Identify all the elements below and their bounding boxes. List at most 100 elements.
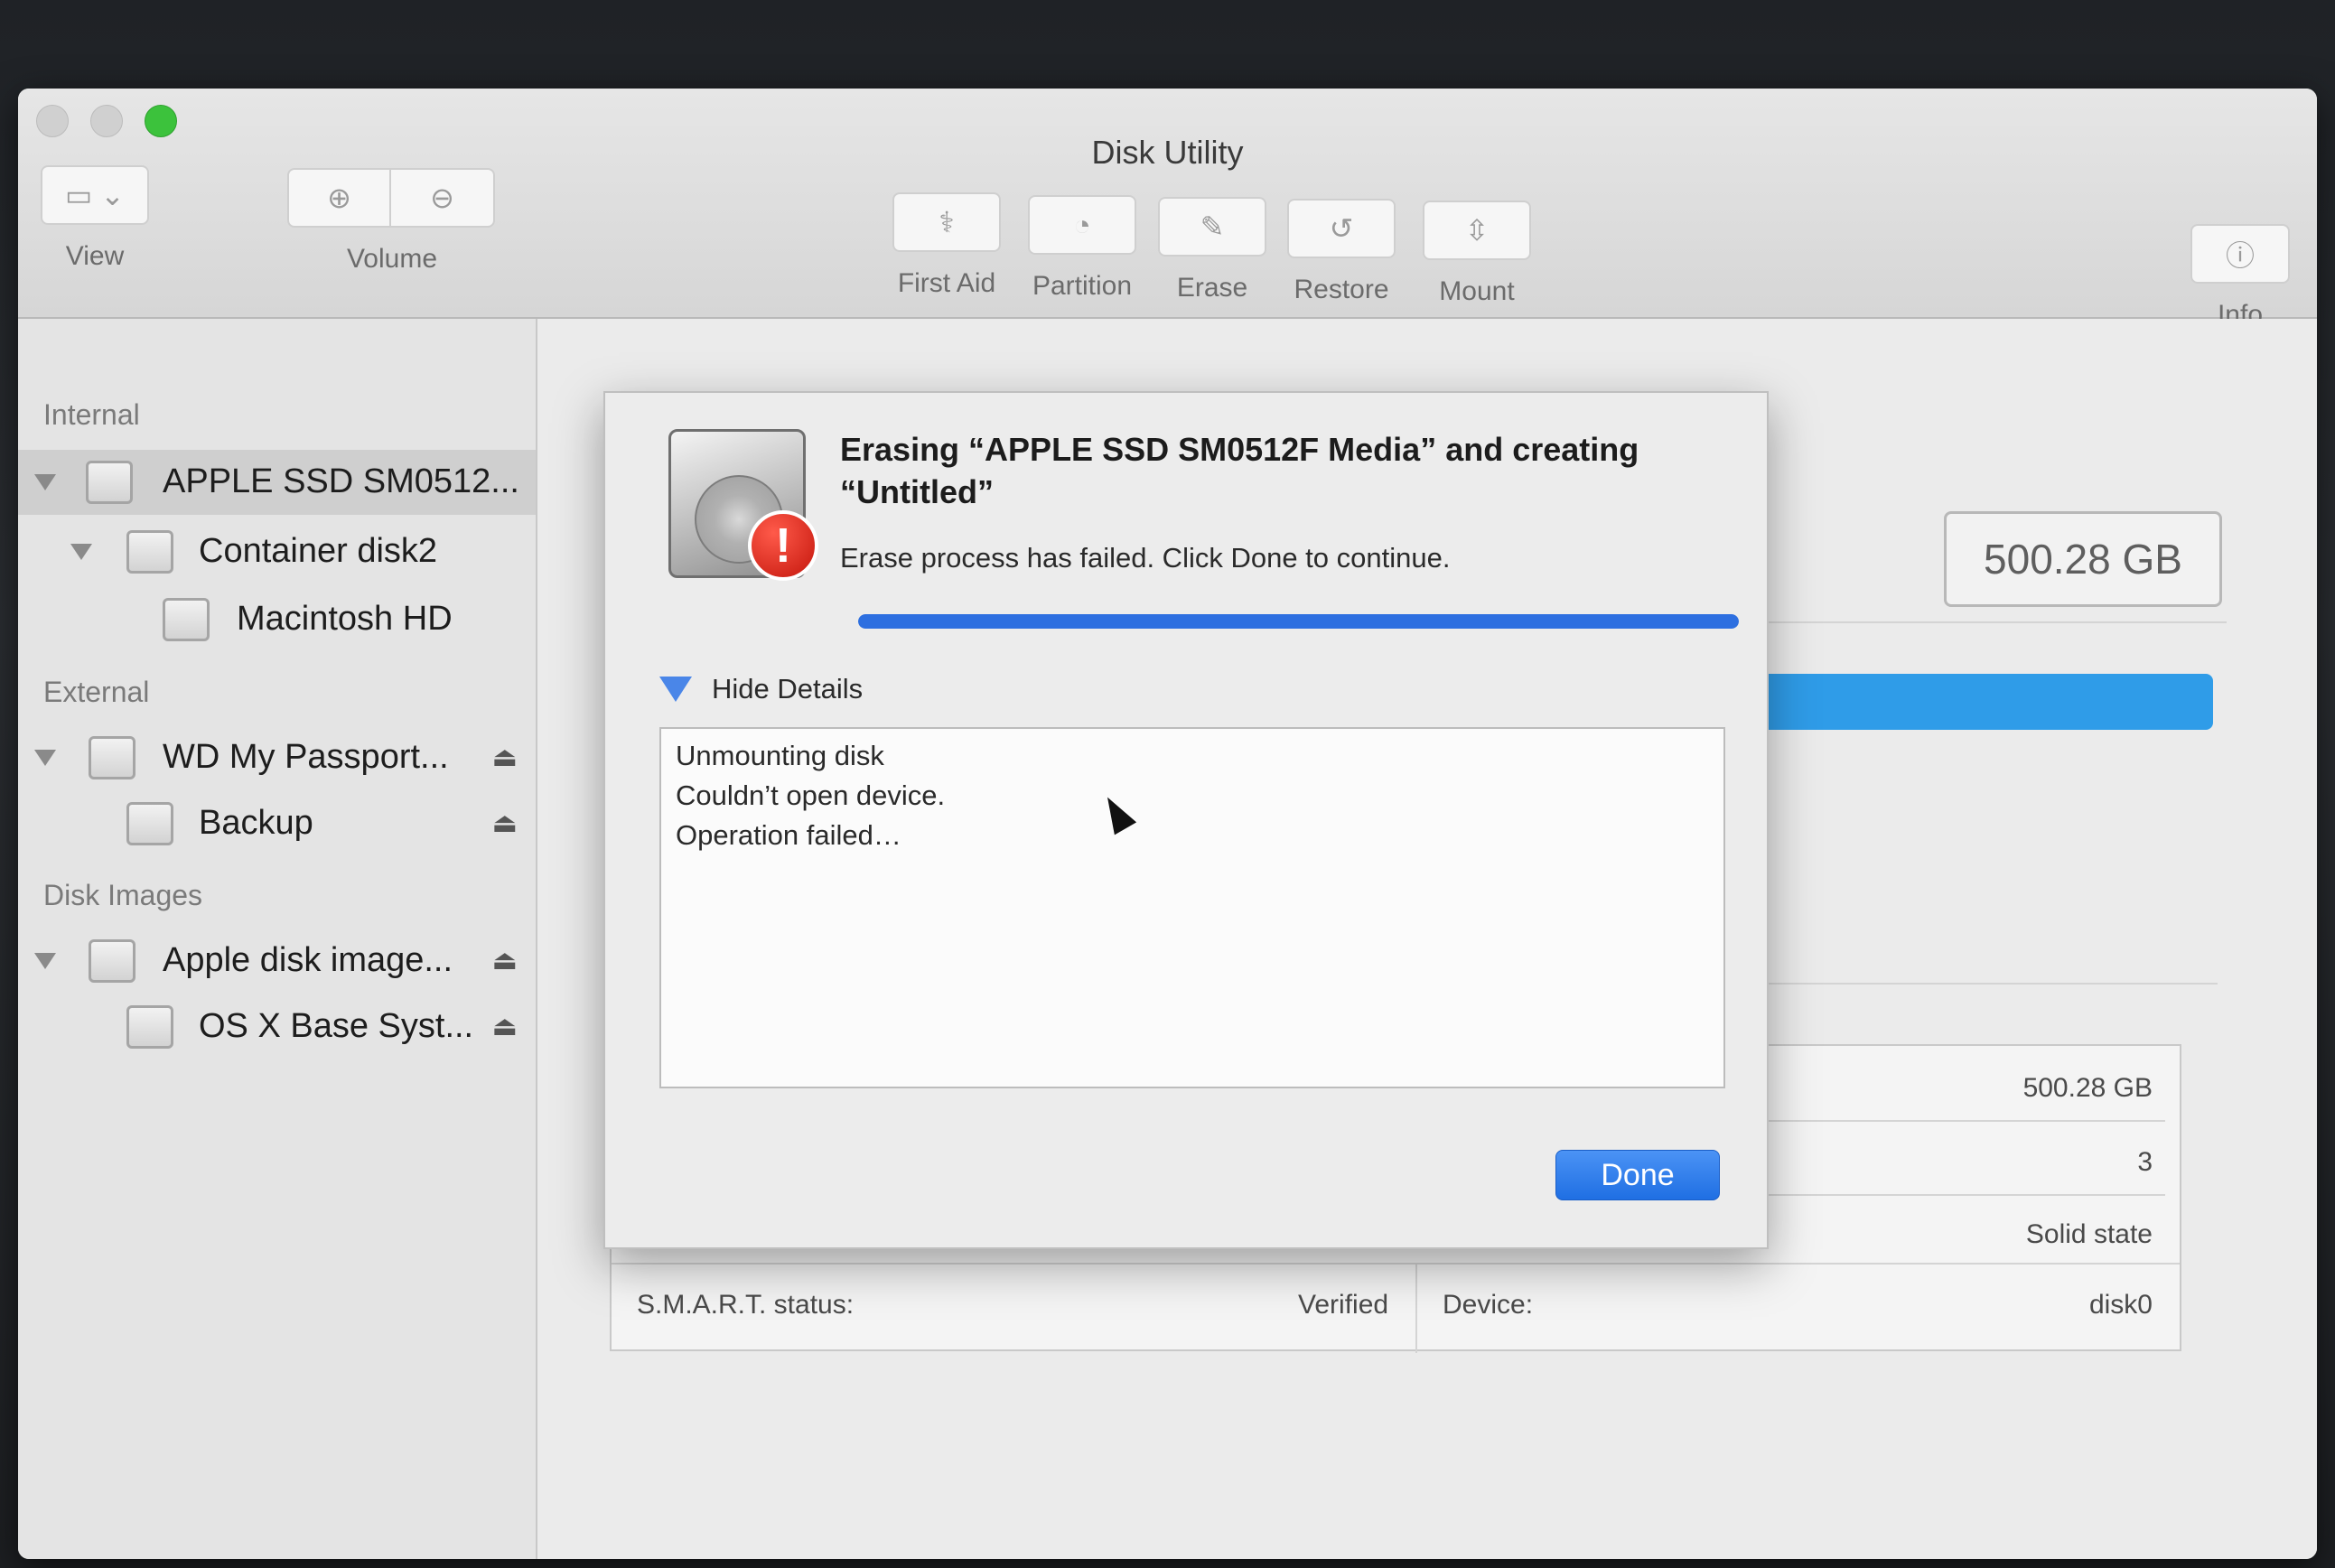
sidebar-item-label: OS X Base Syst... [199, 1007, 474, 1045]
device-label: Device: [1443, 1290, 1534, 1320]
restore-label: Restore [1294, 275, 1389, 304]
stethoscope-icon: ⚕ [939, 206, 955, 238]
remove-volume-button[interactable]: ⊖ [391, 168, 495, 228]
partition-label: Partition [1032, 271, 1133, 301]
smart-status-label: S.M.A.R.T. status: [637, 1290, 855, 1320]
info-button[interactable]: ⓘ [2190, 224, 2290, 284]
toolbar: Disk Utility ▭ ⌄ View ⊕ ⊖ Volume ⚕ First… [18, 89, 2317, 330]
divider [612, 1263, 2180, 1265]
disclosure-triangle-icon [659, 677, 692, 702]
disk-image-icon [89, 939, 135, 983]
close-button[interactable] [36, 105, 69, 137]
type-value: Solid state [2025, 1219, 2153, 1249]
hide-details-label: Hide Details [712, 673, 864, 705]
sidebar-item-wd-my-passport[interactable]: WD My Passport... ⏏ [18, 725, 536, 790]
usage-bar [1739, 674, 2213, 730]
eject-icon[interactable]: ⏏ [492, 1011, 518, 1042]
divider [1750, 1120, 2165, 1122]
pie-chart-icon: ◔ [1073, 208, 1091, 241]
sidebar-item-label: APPLE SSD SM0512... [163, 462, 519, 500]
sidebar-item-label: Backup [199, 804, 313, 842]
divider [1750, 1194, 2165, 1196]
view-group: ▭ ⌄ View [41, 165, 149, 272]
sidebar-header-disk-images: Disk Images [43, 879, 203, 911]
sidebar-item-os-x-base-system[interactable]: OS X Base Syst... ⏏ [18, 994, 536, 1059]
disclosure-triangle-icon[interactable] [34, 953, 56, 969]
column-divider [1415, 1263, 1417, 1353]
erase-group: ✎ Erase [1158, 197, 1266, 303]
device-value: disk0 [2088, 1290, 2153, 1320]
erase-icon: ✎ [1200, 210, 1225, 243]
sidebar-header-internal: Internal [43, 398, 140, 431]
dialog-message: Erase process has failed. Click Done to … [840, 542, 1451, 574]
view-button[interactable]: ▭ ⌄ [41, 165, 149, 225]
sidebar-item-macintosh-hd[interactable]: Macintosh HD [18, 587, 536, 652]
restore-button[interactable]: ↺ [1287, 199, 1396, 258]
dialog-title: Erasing “APPLE SSD SM0512F Media” and cr… [840, 431, 1639, 510]
details-log[interactable]: Unmounting disk Couldn’t open device. Op… [659, 727, 1725, 1088]
eject-icon[interactable]: ⏏ [492, 807, 518, 839]
log-line: Couldn’t open device. [676, 779, 946, 811]
container-icon [126, 530, 173, 574]
sidebar-item-label: WD My Passport... [163, 738, 449, 776]
alert-icon: ! [748, 510, 818, 581]
eject-icon[interactable]: ⏏ [492, 945, 518, 976]
partition-button[interactable]: ◔ [1028, 195, 1136, 255]
sidebar-item-label: Macintosh HD [237, 600, 453, 638]
info-icon: ⓘ [2225, 239, 2255, 272]
volume-label: Volume [346, 244, 438, 274]
divider [1712, 983, 2218, 985]
remove-volume-icon: ⊖ [430, 182, 454, 214]
sidebar-header-external: External [43, 676, 150, 708]
add-volume-button[interactable]: ⊕ [287, 168, 391, 228]
disclosure-triangle-icon[interactable] [70, 544, 92, 560]
sidebar: Internal APPLE SSD SM0512... Container d… [18, 319, 537, 1559]
erase-button[interactable]: ✎ [1158, 197, 1266, 257]
progress-fill [858, 614, 1739, 629]
restore-group: ↺ Restore [1287, 199, 1396, 305]
add-volume-icon: ⊕ [327, 182, 351, 214]
mount-icon: ⇳ [1464, 214, 1490, 247]
log-line: Unmounting disk [676, 740, 884, 771]
restore-icon: ↺ [1329, 212, 1354, 245]
capacity-value: 500.28 GB [2022, 1073, 2153, 1103]
zoom-button[interactable] [145, 105, 177, 137]
sidebar-item-backup[interactable]: Backup ⏏ [18, 791, 536, 856]
partition-group: ◔ Partition [1028, 195, 1136, 302]
erase-label: Erase [1176, 273, 1248, 303]
info-group: ⓘ Info [2190, 224, 2290, 331]
volume-icon [163, 598, 210, 641]
eject-icon[interactable]: ⏏ [492, 742, 518, 773]
internal-disk-icon [86, 461, 133, 504]
disclosure-triangle-icon[interactable] [34, 474, 56, 490]
sidebar-toggle-icon: ▭ ⌄ [65, 179, 125, 211]
done-button[interactable]: Done [1555, 1150, 1720, 1200]
divider [1721, 621, 2227, 623]
volume-icon [126, 1005, 173, 1049]
first-aid-button[interactable]: ⚕ [892, 192, 1001, 252]
volume-icon [126, 802, 173, 845]
mount-group: ⇳ Mount [1423, 201, 1531, 307]
sidebar-item-label: Apple disk image... [163, 941, 453, 979]
sidebar-item-label: Container disk2 [199, 532, 438, 570]
disclosure-triangle-icon[interactable] [34, 750, 56, 766]
disk-utility-window: Disk Utility ▭ ⌄ View ⊕ ⊖ Volume ⚕ First… [18, 89, 2317, 1559]
erase-failed-sheet: ! Erasing “APPLE SSD SM0512F Media” and … [603, 391, 1769, 1249]
capacity-display: 500.28 GB [1944, 511, 2222, 607]
sidebar-item-apple-ssd[interactable]: APPLE SSD SM0512... [18, 450, 536, 515]
smart-status-value: Verified [1298, 1290, 1389, 1320]
mount-label: Mount [1439, 276, 1515, 306]
first-aid-group: ⚕ First Aid [892, 192, 1001, 299]
log-line: Operation failed… [676, 819, 901, 851]
minimize-button[interactable] [90, 105, 123, 137]
child-count-value: 3 [2137, 1147, 2153, 1177]
sidebar-item-apple-disk-image[interactable]: Apple disk image... ⏏ [18, 929, 536, 994]
volume-group: ⊕ ⊖ Volume [287, 168, 497, 275]
hide-details-toggle[interactable]: Hide Details [659, 673, 863, 705]
external-disk-icon [89, 736, 135, 779]
sidebar-item-container-disk2[interactable]: Container disk2 [18, 519, 536, 584]
main-pane: 500.28 GB 500.28 GB 3 Solid state S.M.A.… [537, 319, 2317, 1559]
view-label: View [65, 241, 125, 271]
mount-button[interactable]: ⇳ [1423, 201, 1531, 260]
first-aid-label: First Aid [897, 268, 996, 298]
